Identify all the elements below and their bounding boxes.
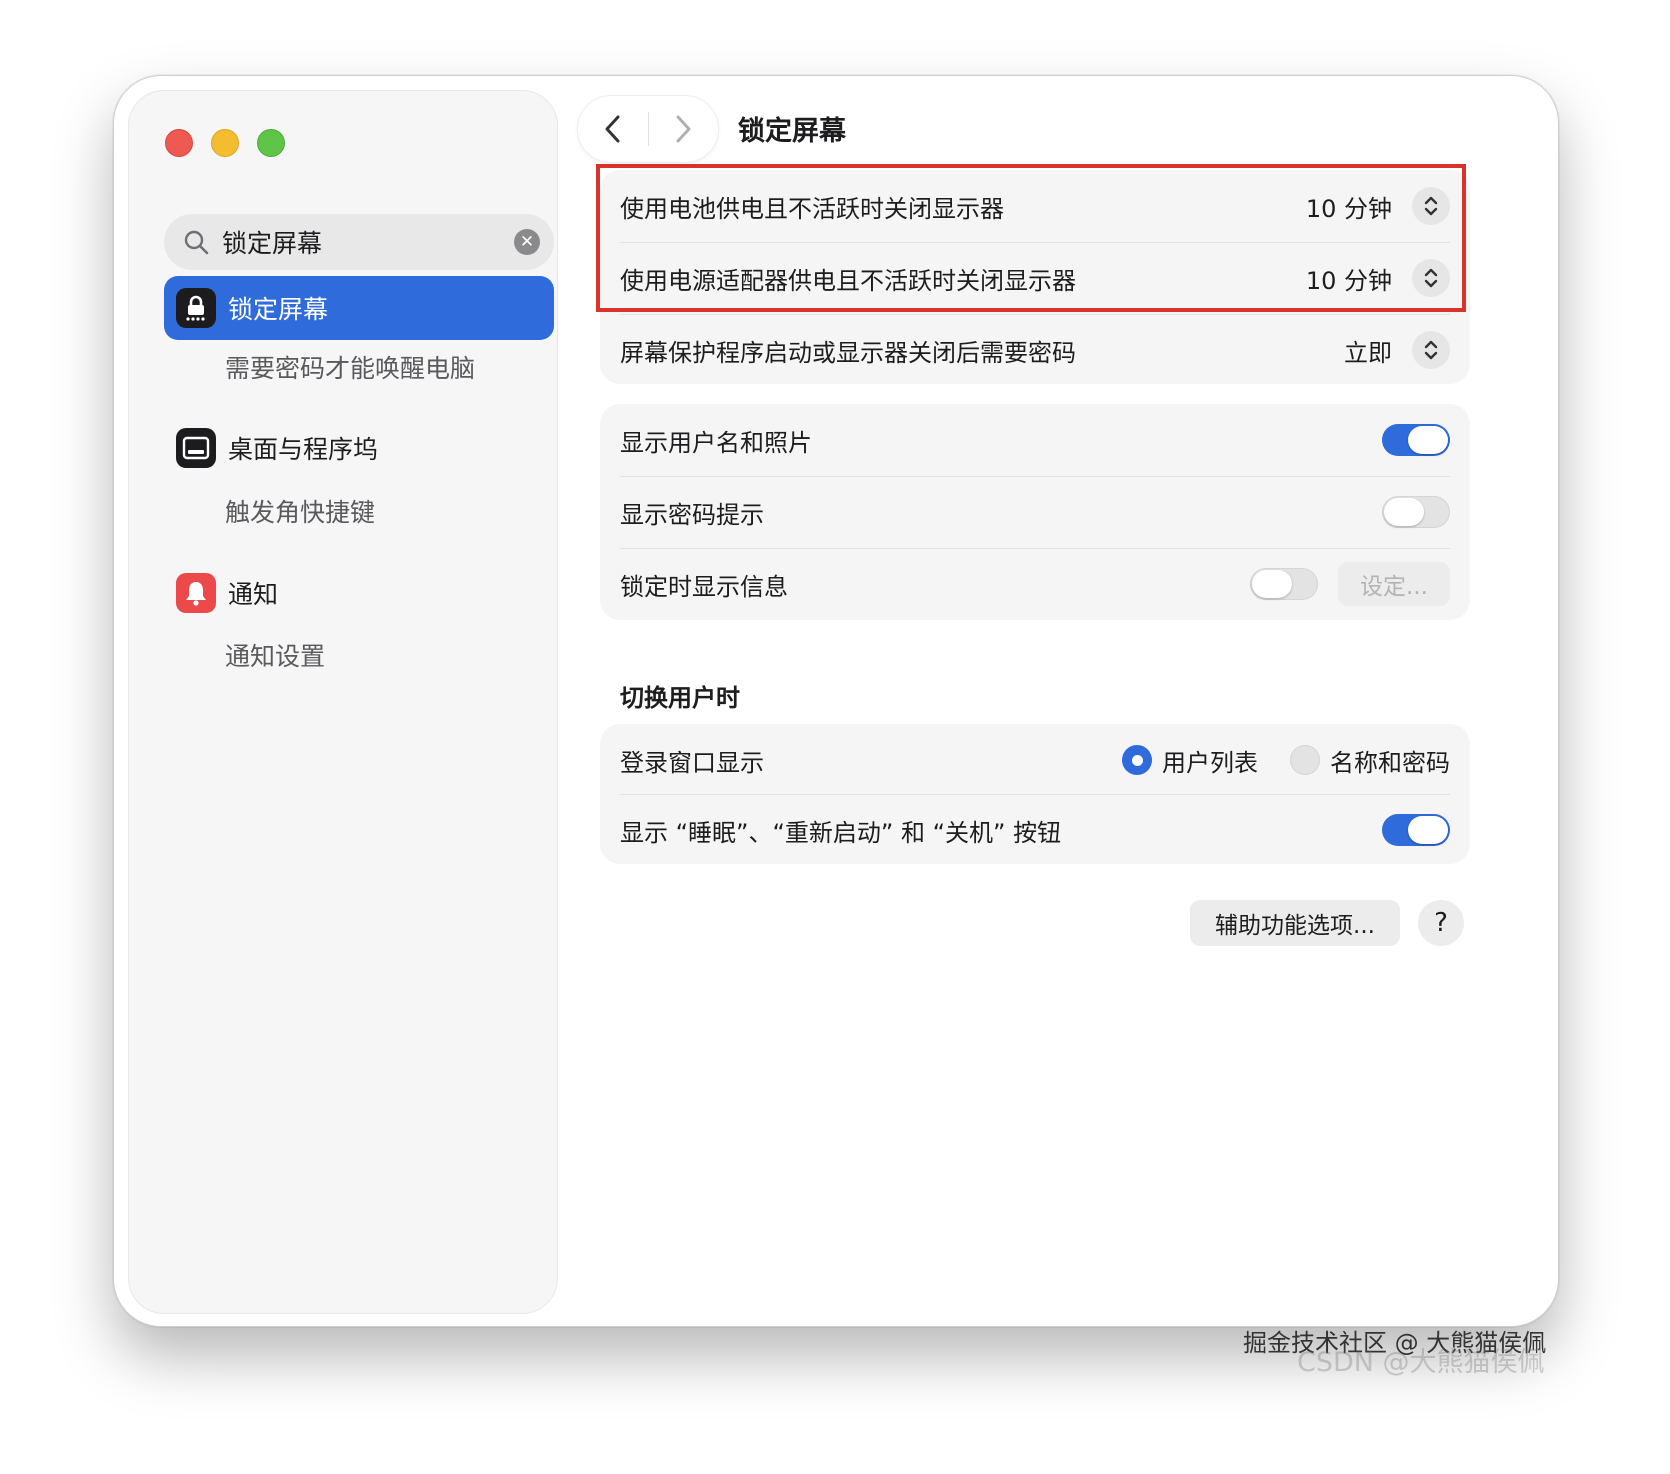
zoom-window-button[interactable] bbox=[257, 129, 285, 157]
page-title: 锁定屏幕 bbox=[738, 116, 846, 147]
adapter-display-off-row: 使用电源适配器供电且不活跃时关闭显示器 10 分钟 bbox=[620, 242, 1450, 314]
chevron-left-icon bbox=[605, 115, 620, 143]
settings-window: 锁定屏幕 ✕ 锁定屏幕 需要密码才能唤醒电脑 桌面与程序坞 触发角快捷键 通知 … bbox=[113, 75, 1559, 1327]
search-input[interactable]: 锁定屏幕 bbox=[222, 224, 514, 260]
up-down-chevron-icon[interactable] bbox=[1412, 187, 1450, 225]
dock-icon bbox=[176, 428, 216, 468]
battery-display-off-row: 使用电池供电且不活跃时关闭显示器 10 分钟 bbox=[620, 170, 1450, 242]
forward-button[interactable] bbox=[649, 96, 719, 162]
section-title-switch-users: 切换用户时 bbox=[620, 684, 740, 712]
adapter-display-off-value[interactable]: 10 分钟 bbox=[1306, 261, 1392, 296]
radio-dot bbox=[1131, 754, 1143, 766]
clear-search-icon[interactable]: ✕ bbox=[514, 229, 540, 255]
toggle-knob bbox=[1252, 570, 1292, 598]
show-power-buttons-toggle[interactable] bbox=[1382, 814, 1450, 846]
show-username-photo-row: 显示用户名和照片 bbox=[620, 404, 1450, 476]
main-content: 锁定屏幕 使用电池供电且不活跃时关闭显示器 10 分钟 使用电源适配器供电且不活… bbox=[558, 76, 1558, 1326]
login-window-row: 登录窗口显示 用户列表 名称和密码 bbox=[620, 724, 1450, 796]
toggle-knob bbox=[1408, 426, 1448, 454]
bell-icon bbox=[176, 573, 216, 613]
require-password-row: 屏幕保护程序启动或显示器关闭后需要密码 立即 bbox=[620, 314, 1450, 386]
sidebar-subitem-hot-corners[interactable]: 触发角快捷键 bbox=[225, 493, 375, 529]
watermark-csdn: CSDN @大熊猫侯佩 bbox=[1297, 1347, 1545, 1378]
show-power-buttons-row: 显示 “睡眠”、“重新启动” 和 “关机” 按钮 bbox=[620, 794, 1450, 866]
row-label: 锁定时显示信息 bbox=[620, 572, 788, 601]
up-down-chevron-icon[interactable] bbox=[1412, 331, 1450, 369]
show-password-hint-toggle[interactable] bbox=[1382, 496, 1450, 528]
navigation-controls bbox=[578, 96, 718, 162]
sidebar-item-label: 通知 bbox=[228, 580, 279, 609]
row-label: 显示 “睡眠”、“重新启动” 和 “关机” 按钮 bbox=[620, 818, 1062, 847]
radio-label-name-password[interactable]: 名称和密码 bbox=[1330, 743, 1450, 778]
chevron-right-icon bbox=[676, 115, 691, 143]
show-username-photo-toggle[interactable] bbox=[1382, 424, 1450, 456]
battery-display-off-value[interactable]: 10 分钟 bbox=[1306, 189, 1392, 224]
show-message-toggle[interactable] bbox=[1250, 568, 1318, 600]
lock-icon bbox=[176, 288, 216, 328]
sidebar-item-label: 桌面与程序坞 bbox=[228, 435, 379, 464]
up-down-chevron-icon[interactable] bbox=[1412, 259, 1450, 297]
radio-user-list[interactable] bbox=[1122, 745, 1152, 775]
show-message-row: 锁定时显示信息 设定... bbox=[620, 548, 1450, 620]
require-password-value[interactable]: 立即 bbox=[1344, 333, 1392, 368]
switch-users-group: 登录窗口显示 用户列表 名称和密码 显示 “睡眠”、“重新启动” 和 “关机” … bbox=[600, 724, 1470, 864]
radio-name-password[interactable] bbox=[1290, 745, 1320, 775]
display-sleep-group: 使用电池供电且不活跃时关闭显示器 10 分钟 使用电源适配器供电且不活跃时关闭显… bbox=[600, 170, 1470, 384]
help-button[interactable]: ? bbox=[1418, 900, 1464, 946]
back-button[interactable] bbox=[578, 96, 648, 162]
search-icon bbox=[184, 230, 209, 255]
row-label: 屏幕保护程序启动或显示器关闭后需要密码 bbox=[620, 338, 1076, 367]
row-label: 显示用户名和照片 bbox=[620, 428, 812, 457]
sidebar-subitem-require-password[interactable]: 需要密码才能唤醒电脑 bbox=[225, 349, 475, 385]
sidebar-subitem-notification-settings[interactable]: 通知设置 bbox=[225, 637, 325, 673]
toggle-knob bbox=[1408, 816, 1448, 844]
radio-label-user-list[interactable]: 用户列表 bbox=[1162, 743, 1258, 778]
show-password-hint-row: 显示密码提示 bbox=[620, 476, 1450, 548]
sidebar: 锁定屏幕 ✕ 锁定屏幕 需要密码才能唤醒电脑 桌面与程序坞 触发角快捷键 通知 … bbox=[128, 90, 558, 1314]
row-label: 使用电池供电且不活跃时关闭显示器 bbox=[620, 194, 1004, 223]
accessibility-options-button[interactable]: 辅助功能选项... bbox=[1190, 900, 1400, 946]
search-field[interactable]: 锁定屏幕 ✕ bbox=[164, 214, 554, 270]
toggle-knob bbox=[1384, 498, 1424, 526]
set-message-button[interactable]: 设定... bbox=[1338, 562, 1450, 606]
lock-info-group: 显示用户名和照片 显示密码提示 锁定时显示信息 设定... bbox=[600, 404, 1470, 620]
row-label: 显示密码提示 bbox=[620, 500, 764, 529]
sidebar-item-notifications[interactable]: 通知 bbox=[164, 561, 554, 625]
sidebar-item-label: 锁定屏幕 bbox=[228, 295, 329, 324]
sidebar-item-desktop-dock[interactable]: 桌面与程序坞 bbox=[164, 416, 554, 480]
close-window-button[interactable] bbox=[165, 129, 193, 157]
row-label: 使用电源适配器供电且不活跃时关闭显示器 bbox=[620, 266, 1076, 295]
row-label: 登录窗口显示 bbox=[620, 748, 764, 777]
sidebar-item-lock-screen[interactable]: 锁定屏幕 bbox=[164, 276, 554, 340]
minimize-window-button[interactable] bbox=[211, 129, 239, 157]
